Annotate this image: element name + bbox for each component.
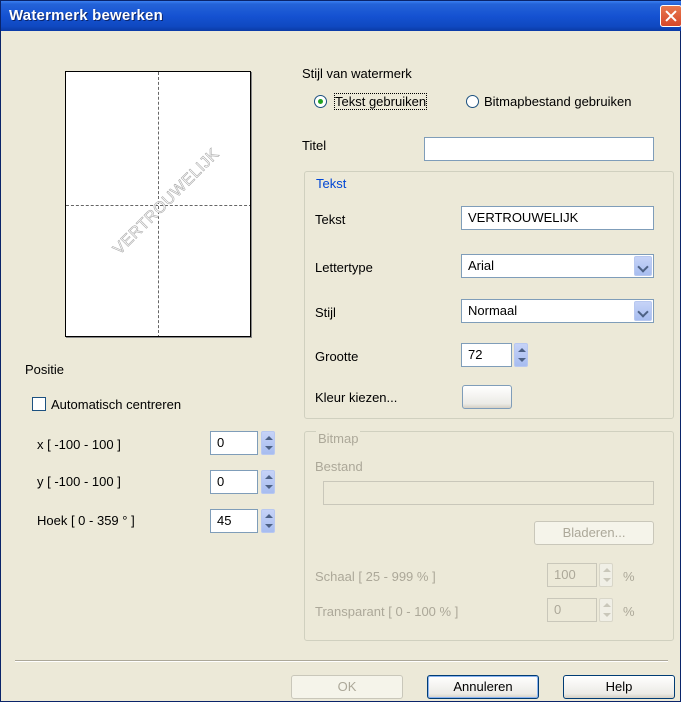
spin-up-icon[interactable] bbox=[603, 603, 611, 607]
font-label: Lettertype bbox=[315, 260, 373, 275]
size-label: Grootte bbox=[315, 349, 359, 364]
font-select[interactable]: Arial bbox=[461, 254, 654, 278]
position-section-label: Positie bbox=[25, 362, 65, 377]
file-input[interactable] bbox=[323, 481, 654, 505]
size-input[interactable]: 72 bbox=[461, 343, 512, 367]
auto-center-checkbox[interactable] bbox=[32, 397, 46, 411]
ok-button[interactable]: OK bbox=[291, 675, 403, 699]
spin-up-icon[interactable] bbox=[265, 475, 273, 479]
scale-spinner[interactable] bbox=[599, 563, 613, 587]
use-text-label[interactable]: Tekst gebruiken bbox=[333, 93, 428, 110]
style-select[interactable]: Normaal bbox=[461, 299, 654, 323]
auto-center-label: Automatisch centreren bbox=[51, 397, 182, 412]
angle-input[interactable]: 45 bbox=[210, 509, 258, 533]
text-group-legend: Tekst bbox=[316, 176, 347, 191]
watermark-dialog: Watermerk bewerken VERTROUWELIJK Positie… bbox=[0, 0, 681, 702]
browse-button[interactable]: Bladeren... bbox=[534, 521, 654, 545]
scale-input[interactable]: 100 bbox=[547, 563, 597, 587]
spin-up-icon[interactable] bbox=[265, 514, 273, 518]
bitmap-group-legend: Bitmap bbox=[316, 431, 361, 446]
spin-down-icon[interactable] bbox=[265, 485, 273, 489]
cancel-button[interactable]: Annuleren bbox=[427, 675, 539, 699]
font-select-value: Arial bbox=[468, 258, 495, 273]
chevron-down-icon[interactable] bbox=[634, 256, 652, 276]
transparency-label: Transparant [ 0 - 100 % ] bbox=[315, 604, 459, 619]
watermark-text-input[interactable]: VERTROUWELIJK bbox=[461, 206, 654, 230]
size-spinner[interactable] bbox=[514, 343, 528, 367]
use-bitmap-label[interactable]: Bitmapbestand gebruiken bbox=[484, 94, 631, 109]
window-title: Watermerk bewerken bbox=[9, 7, 163, 24]
use-text-radio[interactable] bbox=[314, 95, 327, 108]
preview-watermark-text: VERTROUWELIJK bbox=[110, 145, 223, 259]
scale-unit: % bbox=[623, 569, 635, 584]
spin-down-icon[interactable] bbox=[265, 446, 273, 450]
title-bar[interactable]: Watermerk bewerken bbox=[1, 1, 681, 31]
x-position-label: x [ -100 - 100 ] bbox=[37, 437, 121, 452]
file-label: Bestand bbox=[315, 459, 363, 474]
spin-up-icon[interactable] bbox=[518, 348, 526, 352]
watermark-preview: VERTROUWELIJK bbox=[65, 71, 251, 337]
footer-separator bbox=[15, 660, 668, 662]
angle-label: Hoek [ 0 - 359 ° ] bbox=[37, 513, 135, 528]
spin-up-icon[interactable] bbox=[265, 436, 273, 440]
spin-up-icon[interactable] bbox=[603, 568, 611, 572]
close-icon[interactable] bbox=[660, 5, 681, 27]
spin-down-icon[interactable] bbox=[518, 358, 526, 362]
spin-down-icon[interactable] bbox=[265, 524, 273, 528]
x-position-spinner[interactable] bbox=[261, 431, 275, 455]
title-label: Titel bbox=[302, 138, 327, 153]
x-position-input[interactable]: 0 bbox=[210, 431, 258, 455]
y-position-label: y [ -100 - 100 ] bbox=[37, 474, 121, 489]
chevron-down-icon[interactable] bbox=[634, 301, 652, 321]
spin-down-icon[interactable] bbox=[603, 613, 611, 617]
style-select-value: Normaal bbox=[468, 303, 518, 318]
text-label: Tekst bbox=[315, 212, 346, 227]
use-bitmap-radio[interactable] bbox=[466, 95, 479, 108]
watermark-style-label: Stijl van watermerk bbox=[302, 66, 412, 81]
scale-label: Schaal [ 25 - 999 % ] bbox=[315, 569, 436, 584]
style-label: Stijl bbox=[315, 305, 336, 320]
transparency-input[interactable]: 0 bbox=[547, 598, 597, 622]
color-label: Kleur kiezen... bbox=[315, 390, 398, 405]
angle-spinner[interactable] bbox=[261, 509, 275, 533]
spin-down-icon[interactable] bbox=[603, 578, 611, 582]
color-picker-button[interactable] bbox=[462, 385, 512, 409]
transparency-spinner[interactable] bbox=[599, 598, 613, 622]
transparency-unit: % bbox=[623, 604, 635, 619]
help-button[interactable]: Help bbox=[563, 675, 675, 699]
y-position-input[interactable]: 0 bbox=[210, 470, 258, 494]
y-position-spinner[interactable] bbox=[261, 470, 275, 494]
title-input[interactable] bbox=[424, 137, 654, 161]
